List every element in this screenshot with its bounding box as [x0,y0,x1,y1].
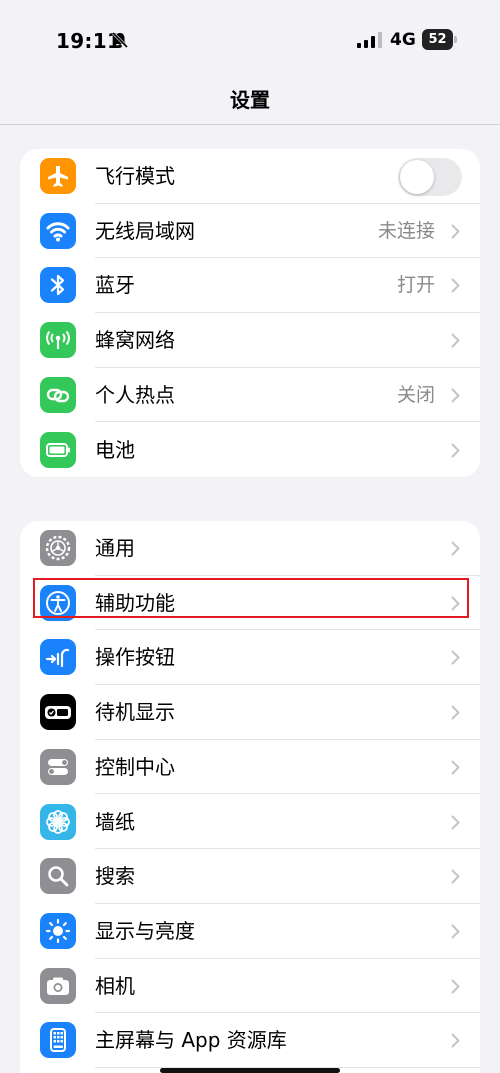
settings-row-control-center[interactable]: 控制中心 [20,740,480,795]
highlight-box [33,578,469,618]
home-indicator [160,1068,340,1073]
nav-divider [0,124,500,125]
home-screen-icon [40,1022,76,1059]
settings-row-wifi[interactable]: 无线局域网 未连接 [20,204,480,259]
airplane-icon [40,158,76,194]
toggle-knob [400,160,434,194]
row-label: 墙纸 [95,809,135,834]
settings-row-hotspot[interactable]: 个人热点 关闭 [20,368,480,423]
connectivity-group: 飞行模式无线局域网 未连接蓝牙 打开蜂窝网络个人热点 关闭电池 [20,149,480,477]
row-value: 未连接 [377,219,435,242]
battery-icon [40,431,76,468]
chevron-right-icon [451,388,460,403]
network-type: 4G [390,30,416,50]
row-value: 关闭 [396,383,435,406]
control-center-icon [40,748,76,785]
row-label: 通用 [95,536,135,560]
row-label: 蜂窝网络 [95,328,175,353]
airplane-mode-toggle[interactable] [398,158,462,196]
settings-row-search[interactable]: 搜索 [20,849,480,904]
row-value: 打开 [396,274,435,297]
chevron-right-icon [451,650,460,665]
bluetooth-icon [40,267,76,304]
cellular-icon [40,322,76,359]
chevron-right-icon [451,541,460,556]
row-label: 显示与亮度 [95,918,195,943]
standby-icon [40,694,76,731]
row-label: 控制中心 [95,754,175,779]
row-label: 飞行模式 [95,164,175,188]
chevron-right-icon [451,278,460,293]
row-label: 无线局域网 [95,218,195,243]
chevron-right-icon [451,1033,460,1048]
chevron-right-icon [451,815,460,829]
settings-row-standby[interactable]: 待机显示 [20,685,480,740]
chevron-right-icon [451,760,460,775]
chevron-right-icon [451,869,460,884]
camera-icon [40,967,76,1004]
wifi-icon [40,212,76,249]
row-label: 电池 [95,437,135,462]
settings-row-cellular[interactable]: 蜂窝网络 [20,313,480,368]
settings-row-battery[interactable]: 电池 [20,423,480,478]
row-label: 操作按钮 [95,645,175,670]
row-label: 主屏幕与 App 资源库 [95,1028,287,1053]
status-bar: 19:11 4G 52 [0,0,500,70]
chevron-right-icon [451,443,460,457]
settings-row-camera[interactable]: 相机 [20,959,480,1014]
bell-off-icon [111,31,129,49]
battery-tip [454,36,457,43]
settings-row-home-screen[interactable]: 主屏幕与 App 资源库 [20,1013,480,1068]
signal-icon [357,32,382,48]
search-icon [40,858,76,895]
row-label: 待机显示 [95,700,175,725]
battery-indicator: 52 [422,29,458,50]
settings-row-action-button[interactable]: 操作按钮 [20,630,480,686]
row-label: 蓝牙 [95,273,135,298]
page-title: 设置 [230,88,270,112]
action-button-icon [40,639,76,676]
brightness-icon [40,912,76,949]
chevron-right-icon [451,224,460,239]
wallpaper-icon [40,803,76,840]
chevron-right-icon [451,333,460,348]
row-label: 搜索 [95,864,135,889]
settings-row-wallpaper[interactable]: 墙纸 [20,795,480,850]
chevron-right-icon [451,705,460,720]
settings-row-airplane[interactable]: 飞行模式 [20,149,480,204]
row-label: 个人热点 [95,382,175,407]
row-label: 相机 [95,973,135,998]
hotspot-icon [40,376,76,413]
battery-level: 52 [422,29,453,50]
gear-icon [40,530,76,566]
chevron-right-icon [451,924,460,939]
settings-row-brightness[interactable]: 显示与亮度 [20,904,480,959]
chevron-right-icon [451,979,460,994]
settings-row-bluetooth[interactable]: 蓝牙 打开 [20,258,480,314]
settings-row-gear[interactable]: 通用 [20,521,480,576]
